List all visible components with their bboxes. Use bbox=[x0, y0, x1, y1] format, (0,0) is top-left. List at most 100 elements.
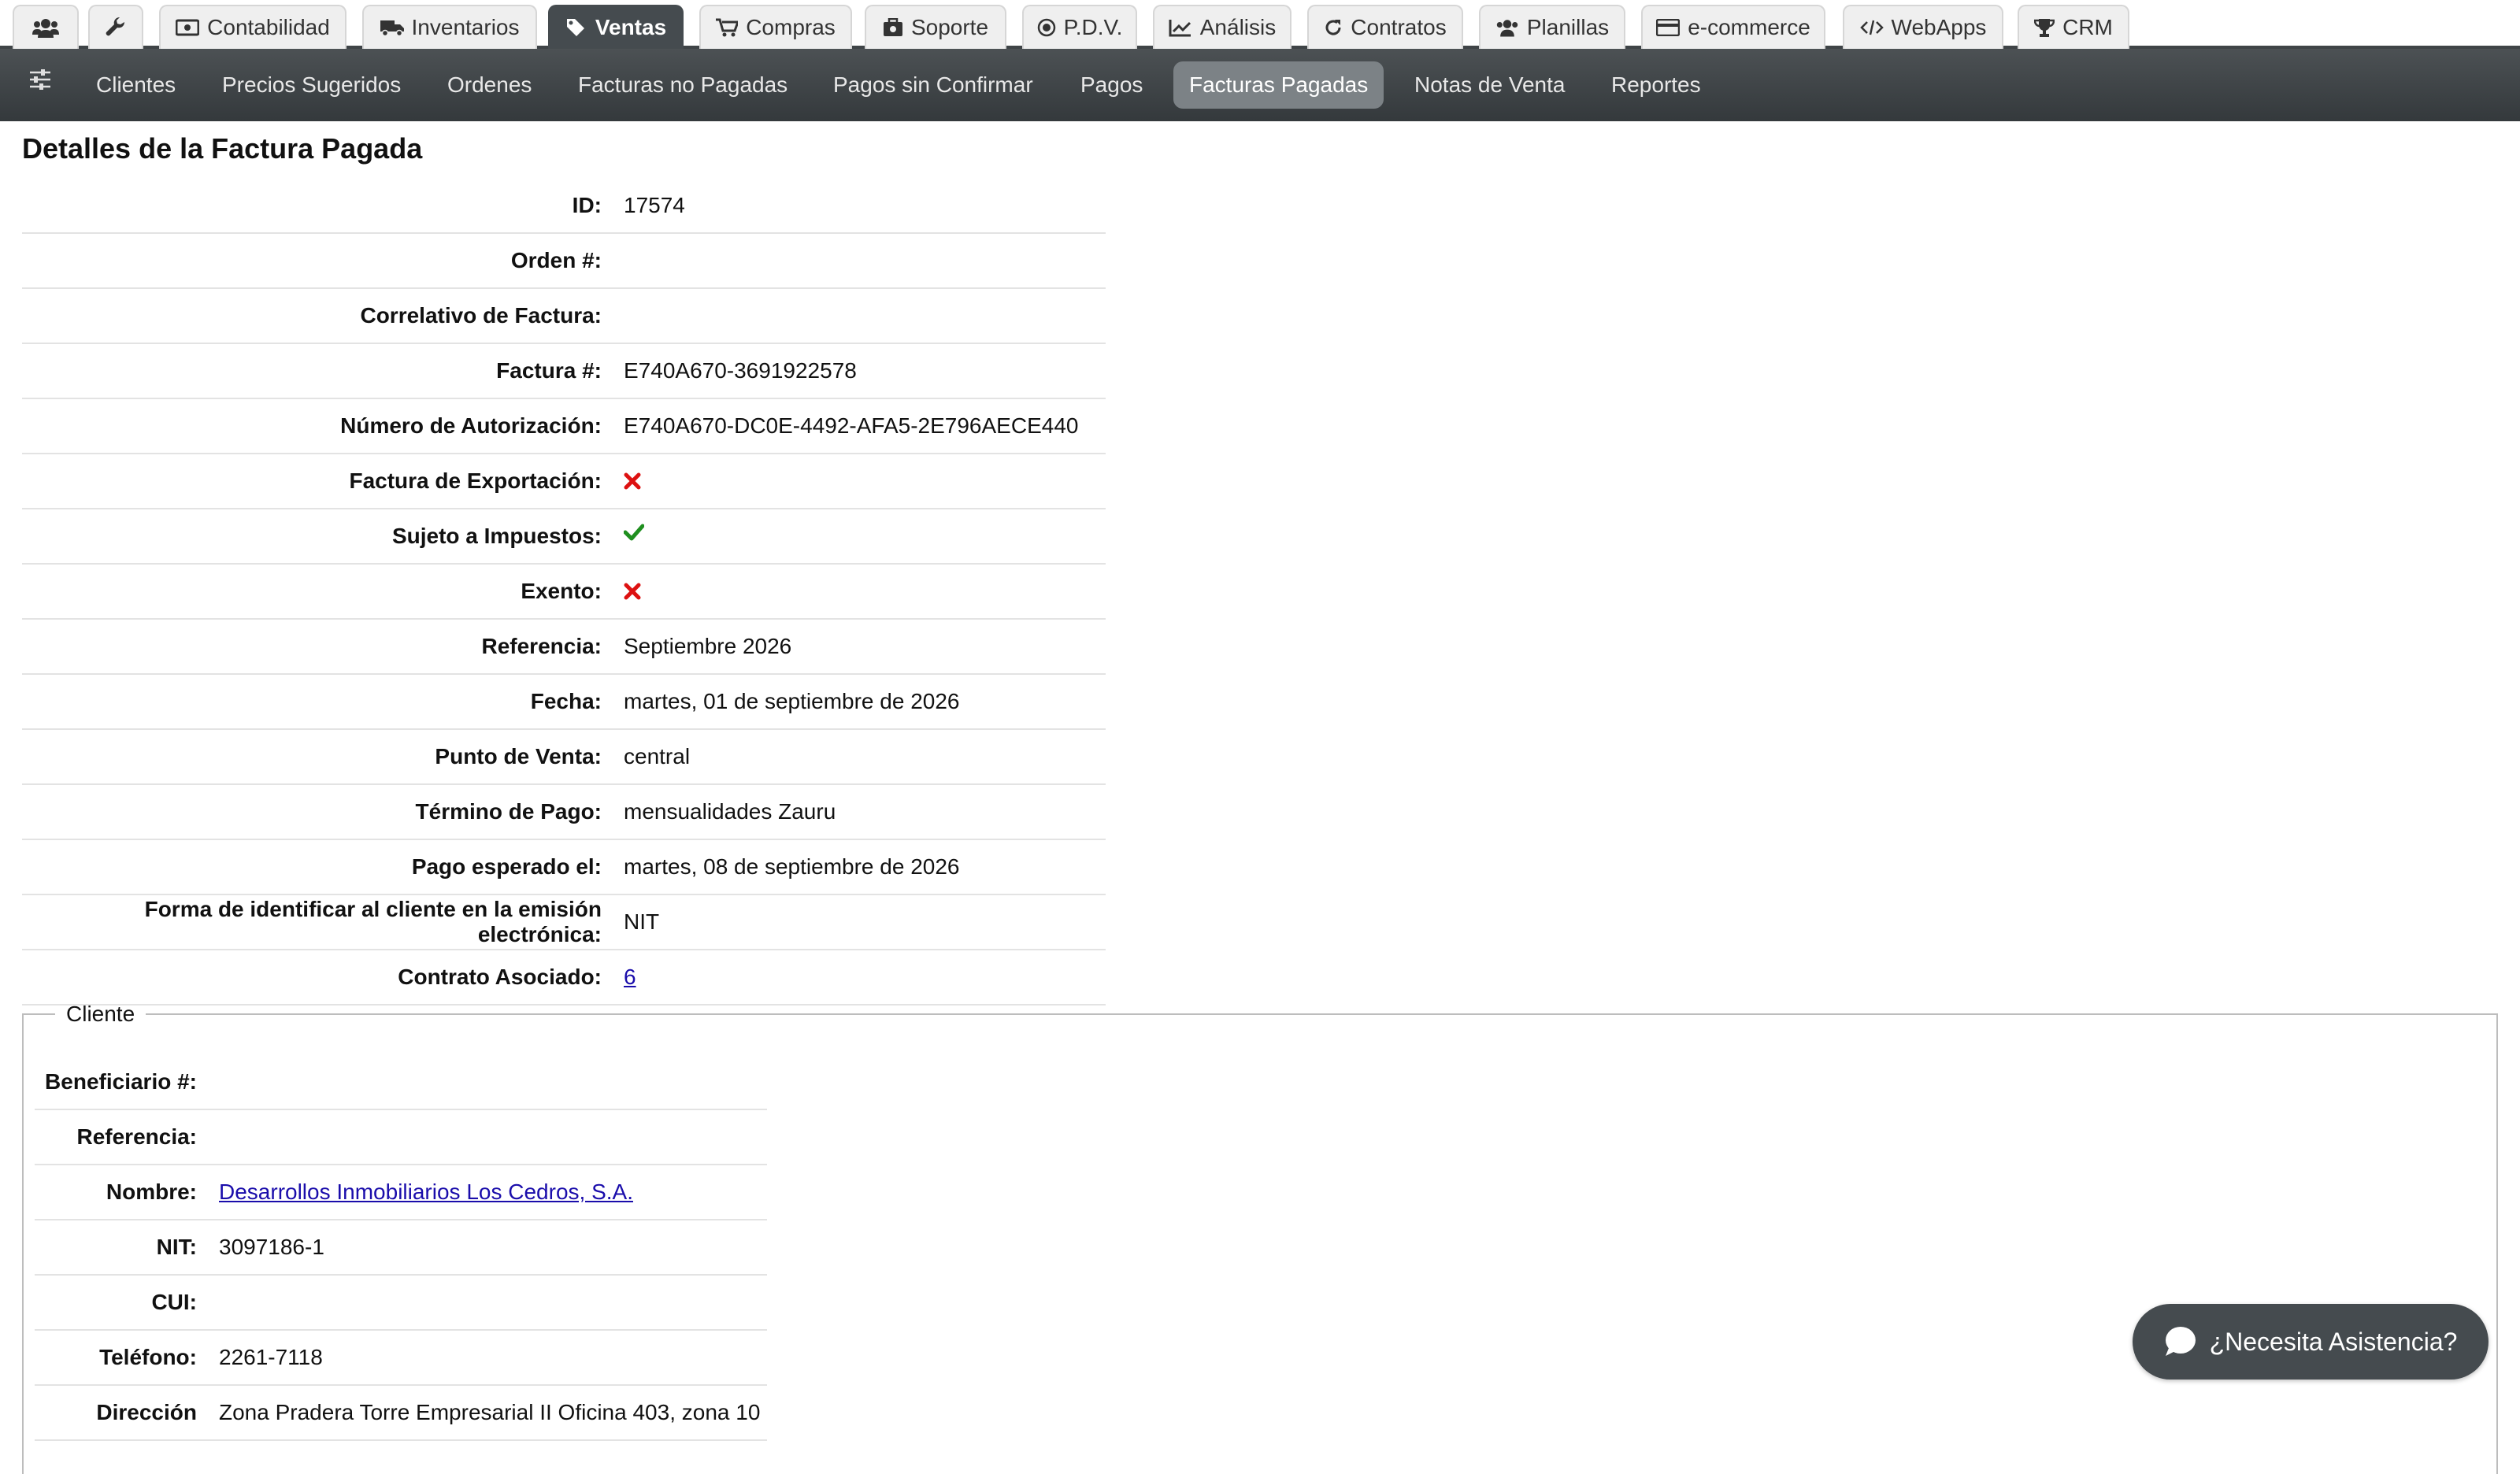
assistance-button[interactable]: ¿Necesita Asistencia? bbox=[2133, 1304, 2488, 1380]
client-value bbox=[219, 1109, 767, 1165]
tab-crm[interactable]: CRM bbox=[2018, 5, 2129, 49]
page-title: Detalles de la Factura Pagada bbox=[22, 132, 423, 165]
detail-row-orden: Orden #: bbox=[22, 233, 1106, 289]
subnav-clientes[interactable]: Clientes bbox=[80, 61, 191, 109]
detail-value: martes, 08 de septiembre de 2026 bbox=[624, 839, 1106, 895]
detail-row-exportacion: Factura de Exportación: bbox=[22, 454, 1106, 509]
trophy-icon bbox=[2034, 19, 2055, 37]
truck-icon bbox=[380, 20, 404, 36]
team-icon bbox=[1496, 20, 1518, 37]
detail-label: ID: bbox=[22, 179, 624, 234]
line-chart-icon bbox=[1169, 20, 1191, 37]
detail-label: Fecha: bbox=[22, 674, 624, 730]
client-fieldset: Cliente Beneficiario #: Referencia: Nomb… bbox=[22, 1002, 2498, 1474]
detail-value: 17574 bbox=[624, 179, 1106, 234]
detail-label: Correlativo de Factura: bbox=[22, 288, 624, 344]
subnav-notas-de-venta[interactable]: Notas de Venta bbox=[1399, 61, 1581, 109]
tab-contabilidad[interactable]: Contabilidad bbox=[159, 5, 346, 49]
tab-ventas[interactable]: Ventas bbox=[548, 5, 684, 49]
subnav-precios-sugeridos[interactable]: Precios Sugeridos bbox=[206, 61, 417, 109]
detail-row-correlativo: Correlativo de Factura: bbox=[22, 288, 1106, 344]
detail-row-contrato: Contrato Asociado: 6 bbox=[22, 950, 1106, 1006]
tab-label: CRM bbox=[2062, 15, 2113, 39]
sliders-icon[interactable] bbox=[28, 69, 52, 90]
detail-value: E740A670-3691922578 bbox=[624, 343, 1106, 399]
tab-label: Análisis bbox=[1199, 15, 1277, 39]
client-legend: Cliente bbox=[66, 1002, 135, 1026]
client-row-referencia: Referencia: bbox=[35, 1109, 767, 1165]
tab-label: Contratos bbox=[1351, 15, 1447, 39]
tab-contratos[interactable]: Contratos bbox=[1307, 5, 1463, 49]
tab-label: Soporte bbox=[910, 15, 989, 39]
detail-label: Punto de Venta: bbox=[22, 729, 624, 785]
tab-ecommerce[interactable]: e-commerce bbox=[1641, 5, 1825, 49]
client-label: Nombre: bbox=[35, 1165, 219, 1220]
tab-webapps[interactable]: WebApps bbox=[1843, 5, 2003, 49]
detail-row-impuestos: Sujeto a Impuestos: bbox=[22, 509, 1106, 565]
detail-row-fecha: Fecha: martes, 01 de septiembre de 2026 bbox=[22, 674, 1106, 730]
client-label: NIT: bbox=[35, 1220, 219, 1276]
detail-row-autorizacion: Número de Autorización: E740A670-DC0E-44… bbox=[22, 398, 1106, 454]
tab-users[interactable] bbox=[13, 5, 79, 49]
cross-icon bbox=[624, 583, 641, 600]
sales-subnav: Clientes Precios Sugeridos Ordenes Factu… bbox=[0, 49, 2520, 121]
client-label: Beneficiario #: bbox=[35, 1055, 219, 1110]
detail-row-referencia: Referencia: Septiembre 2026 bbox=[22, 619, 1106, 675]
subnav-facturas-pagadas[interactable]: Facturas Pagadas bbox=[1173, 61, 1384, 109]
detail-row-punto-venta: Punto de Venta: central bbox=[22, 729, 1106, 785]
subnav-ordenes[interactable]: Ordenes bbox=[432, 61, 547, 109]
chat-bubble-icon bbox=[2165, 1327, 2196, 1356]
tab-compras[interactable]: Compras bbox=[699, 5, 852, 49]
tab-label: Compras bbox=[746, 15, 836, 39]
module-tab-bar: Contabilidad Inventarios Ventas Compras … bbox=[0, 0, 2520, 49]
client-value bbox=[219, 1055, 767, 1110]
credit-card-icon bbox=[1656, 19, 1681, 36]
client-value: Zona Pradera Torre Empresarial II Oficin… bbox=[219, 1385, 767, 1441]
code-icon bbox=[1859, 20, 1884, 35]
detail-row-identificar: Forma de identificar al cliente en la em… bbox=[22, 894, 1106, 950]
client-row-nit: NIT: 3097186-1 bbox=[35, 1220, 767, 1276]
detail-label: Contrato Asociado: bbox=[22, 950, 624, 1006]
detail-row-exento: Exento: bbox=[22, 564, 1106, 620]
tab-settings[interactable] bbox=[88, 5, 143, 49]
target-icon bbox=[1037, 18, 1055, 37]
detail-label: Factura de Exportación: bbox=[22, 454, 624, 509]
subnav-pagos[interactable]: Pagos bbox=[1065, 61, 1158, 109]
subnav-reportes[interactable]: Reportes bbox=[1595, 61, 1717, 109]
tab-pdv[interactable]: P.D.V. bbox=[1022, 5, 1137, 49]
detail-value: Septiembre 2026 bbox=[624, 619, 1106, 675]
wrench-icon bbox=[106, 17, 125, 36]
client-table: Beneficiario #: Referencia: Nombre: Desa… bbox=[35, 1055, 767, 1441]
detail-value bbox=[624, 233, 1106, 289]
detail-label: Pago esperado el: bbox=[22, 839, 624, 895]
detail-value: central bbox=[624, 729, 1106, 785]
users-icon bbox=[32, 19, 59, 38]
client-row-cui: CUI: bbox=[35, 1275, 767, 1331]
detail-row-termino-pago: Término de Pago: mensualidades Zauru bbox=[22, 784, 1106, 840]
detail-row-id: ID: 17574 bbox=[22, 179, 1106, 234]
detail-value: NIT bbox=[624, 894, 1106, 950]
client-label: Teléfono: bbox=[35, 1330, 219, 1386]
detail-value: martes, 01 de septiembre de 2026 bbox=[624, 674, 1106, 730]
client-value: 3097186-1 bbox=[219, 1220, 767, 1276]
cart-icon bbox=[716, 18, 739, 37]
client-value: 2261-7118 bbox=[219, 1330, 767, 1386]
detail-label: Forma de identificar al cliente en la em… bbox=[22, 894, 624, 950]
subnav-pagos-sin-confirmar[interactable]: Pagos sin Confirmar bbox=[817, 61, 1049, 109]
client-name-link[interactable]: Desarrollos Inmobiliarios Los Cedros, S.… bbox=[219, 1180, 633, 1204]
refresh-icon bbox=[1325, 20, 1341, 35]
tab-inventarios[interactable]: Inventarios bbox=[362, 5, 537, 49]
detail-label: Sujeto a Impuestos: bbox=[22, 509, 624, 565]
tab-label: Planillas bbox=[1526, 15, 1610, 39]
tab-planillas[interactable]: Planillas bbox=[1479, 5, 1625, 49]
invoice-details-table: ID: 17574 Orden #: Correlativo de Factur… bbox=[22, 179, 1106, 1006]
tab-soporte[interactable]: Soporte bbox=[865, 5, 1006, 49]
detail-label: Factura #: bbox=[22, 343, 624, 399]
subnav-facturas-no-pagadas[interactable]: Facturas no Pagadas bbox=[562, 61, 803, 109]
contrato-link[interactable]: 6 bbox=[624, 965, 636, 989]
detail-label: Término de Pago: bbox=[22, 784, 624, 840]
tab-label: Inventarios bbox=[411, 15, 520, 39]
tab-analisis[interactable]: Análisis bbox=[1153, 5, 1292, 49]
client-row-direccion: Dirección Zona Pradera Torre Empresarial… bbox=[35, 1385, 767, 1441]
client-row-telefono: Teléfono: 2261-7118 bbox=[35, 1330, 767, 1386]
